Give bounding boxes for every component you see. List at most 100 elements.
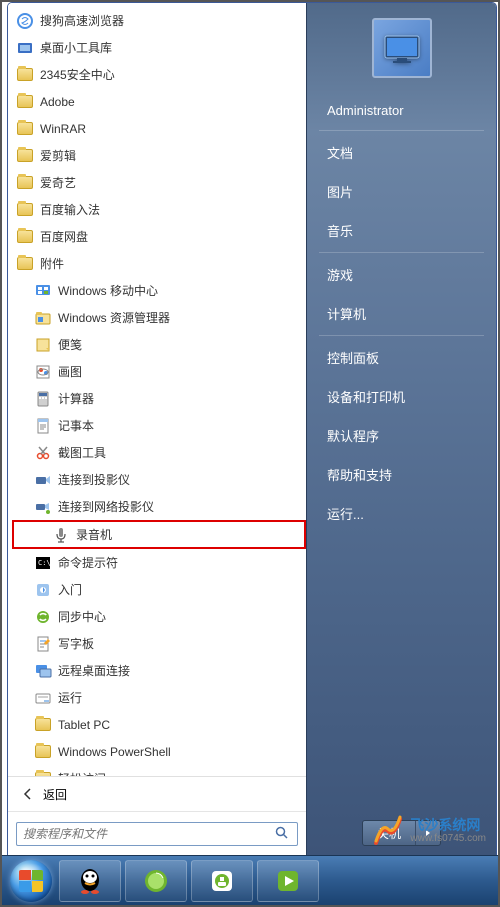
program-item[interactable]: 同步中心 [12, 603, 306, 630]
search-input[interactable] [23, 827, 275, 841]
back-button[interactable]: 返回 [13, 782, 301, 806]
back-section: 返回 [8, 776, 306, 811]
program-item[interactable]: WinRAR [12, 115, 306, 142]
program-item[interactable]: 远程桌面连接 [12, 657, 306, 684]
start-menu: 搜狗高速浏览器桌面小工具库 2345安全中心 Adobe WinRAR 爱剪辑爱奇艺百度… [7, 2, 497, 857]
right-panel-link[interactable]: 音乐 [309, 211, 494, 250]
program-item[interactable]: Tablet PC [12, 711, 306, 738]
watermark-url: www.fs0745.com [410, 833, 486, 844]
mobility-icon [34, 282, 52, 300]
program-label: 写字板 [58, 635, 94, 652]
program-item[interactable]: 录音机 [12, 520, 306, 549]
right-panel-link[interactable]: 游戏 [309, 255, 494, 294]
program-label: 同步中心 [58, 608, 106, 625]
taskbar-item-qq[interactable] [59, 860, 121, 902]
program-label: 爱奇艺 [40, 174, 76, 191]
right-panel-link[interactable]: 帮助和支持 [309, 455, 494, 494]
program-label: Windows 移动中心 [58, 282, 158, 299]
program-label: Adobe [40, 95, 75, 109]
program-label: WinRAR [40, 122, 86, 136]
program-label: 便笺 [58, 336, 82, 353]
program-label: 附件 [40, 255, 64, 272]
taskbar-item-app1[interactable] [191, 860, 253, 902]
wordpad-icon [34, 635, 52, 653]
program-label: Windows 资源管理器 [58, 309, 170, 326]
remote-icon [34, 662, 52, 680]
netprojector-icon [34, 498, 52, 516]
user-avatar[interactable] [372, 18, 432, 78]
program-label: 2345安全中心 [40, 66, 115, 83]
program-item[interactable]: Adobe [12, 88, 306, 115]
right-divider [319, 252, 484, 253]
watermark-title: 飞沙系统网 [410, 818, 486, 833]
program-item[interactable]: 轻松访问 [12, 765, 306, 776]
program-item[interactable]: 便笺 [12, 331, 306, 358]
calc-icon [34, 390, 52, 408]
program-label: 运行 [58, 689, 82, 706]
program-item[interactable]: 百度网盘 [12, 223, 306, 250]
search-icon [275, 826, 291, 842]
folder-icon [16, 228, 34, 246]
program-item[interactable]: 写字板 [12, 630, 306, 657]
program-item[interactable]: Windows 资源管理器 [12, 304, 306, 331]
program-item[interactable]: 2345安全中心 [12, 61, 306, 88]
right-links: Administrator 文档图片音乐游戏计算机控制面板设备和打印机默认程序帮… [307, 93, 496, 808]
program-label: 远程桌面连接 [58, 662, 130, 679]
program-label: 入门 [58, 581, 82, 598]
start-menu-left-panel: 搜狗高速浏览器桌面小工具库 2345安全中心 Adobe WinRAR 爱剪辑爱奇艺百度… [8, 3, 306, 856]
program-item[interactable]: 计算器 [12, 385, 306, 412]
program-item[interactable]: 爱奇艺 [12, 169, 306, 196]
start-button[interactable] [7, 857, 55, 905]
windows-flag-icon [19, 870, 43, 892]
taskbar-item-browser[interactable] [125, 860, 187, 902]
all-programs-list[interactable]: 搜狗高速浏览器桌面小工具库 2345安全中心 Adobe WinRAR 爱剪辑爱奇艺百度… [8, 3, 306, 776]
program-item[interactable]: Windows PowerShell [12, 738, 306, 765]
paint-icon [34, 363, 52, 381]
folder-icon [16, 174, 34, 192]
snip-icon [34, 444, 52, 462]
program-label: 记事本 [58, 417, 94, 434]
watermark-text: 飞沙系统网 www.fs0745.com [410, 818, 486, 844]
watermark-logo-icon [372, 815, 404, 847]
projector-icon [34, 471, 52, 489]
program-item[interactable]: Windows 移动中心 [12, 277, 306, 304]
right-panel-link[interactable]: 文档 [309, 133, 494, 172]
folder-icon [16, 147, 34, 165]
right-panel-link[interactable]: 默认程序 [309, 416, 494, 455]
right-panel-link[interactable]: 运行... [309, 494, 494, 533]
right-panel-link[interactable]: 计算机 [309, 294, 494, 333]
program-item[interactable]: 入门 [12, 576, 306, 603]
right-panel-link[interactable]: 图片 [309, 172, 494, 211]
program-label: 录音机 [76, 526, 112, 543]
folder-icon [16, 93, 34, 111]
program-item[interactable]: 运行 [12, 684, 306, 711]
program-label: 爱剪辑 [40, 147, 76, 164]
program-item[interactable]: 附件 [12, 250, 306, 277]
program-label: 搜狗高速浏览器 [40, 12, 124, 29]
notepad-icon [34, 417, 52, 435]
program-item[interactable]: 截图工具 [12, 439, 306, 466]
cmd-icon: C:\ [34, 554, 52, 572]
program-item[interactable]: 百度输入法 [12, 196, 306, 223]
program-item[interactable]: 桌面小工具库 [12, 34, 306, 61]
program-item[interactable]: 连接到网络投影仪 [12, 493, 306, 520]
right-panel-link[interactable]: 控制面板 [309, 338, 494, 377]
recorder-icon [52, 526, 70, 544]
taskbar-item-app2[interactable] [257, 860, 319, 902]
right-panel-link[interactable]: 设备和打印机 [309, 377, 494, 416]
program-item[interactable]: C:\命令提示符 [12, 549, 306, 576]
search-box[interactable] [16, 822, 298, 846]
program-item[interactable]: 搜狗高速浏览器 [12, 7, 306, 34]
program-item[interactable]: 记事本 [12, 412, 306, 439]
back-arrow-icon [19, 785, 37, 803]
program-item[interactable]: 连接到投影仪 [12, 466, 306, 493]
program-label: 连接到投影仪 [58, 471, 130, 488]
program-item[interactable]: 爱剪辑 [12, 142, 306, 169]
search-section [8, 811, 306, 856]
user-name-link[interactable]: Administrator [309, 93, 494, 128]
svg-text:C:\: C:\ [38, 559, 51, 567]
right-divider [319, 130, 484, 131]
folder-icon [16, 255, 34, 273]
program-item[interactable]: 画图 [12, 358, 306, 385]
program-label: 计算器 [58, 390, 94, 407]
